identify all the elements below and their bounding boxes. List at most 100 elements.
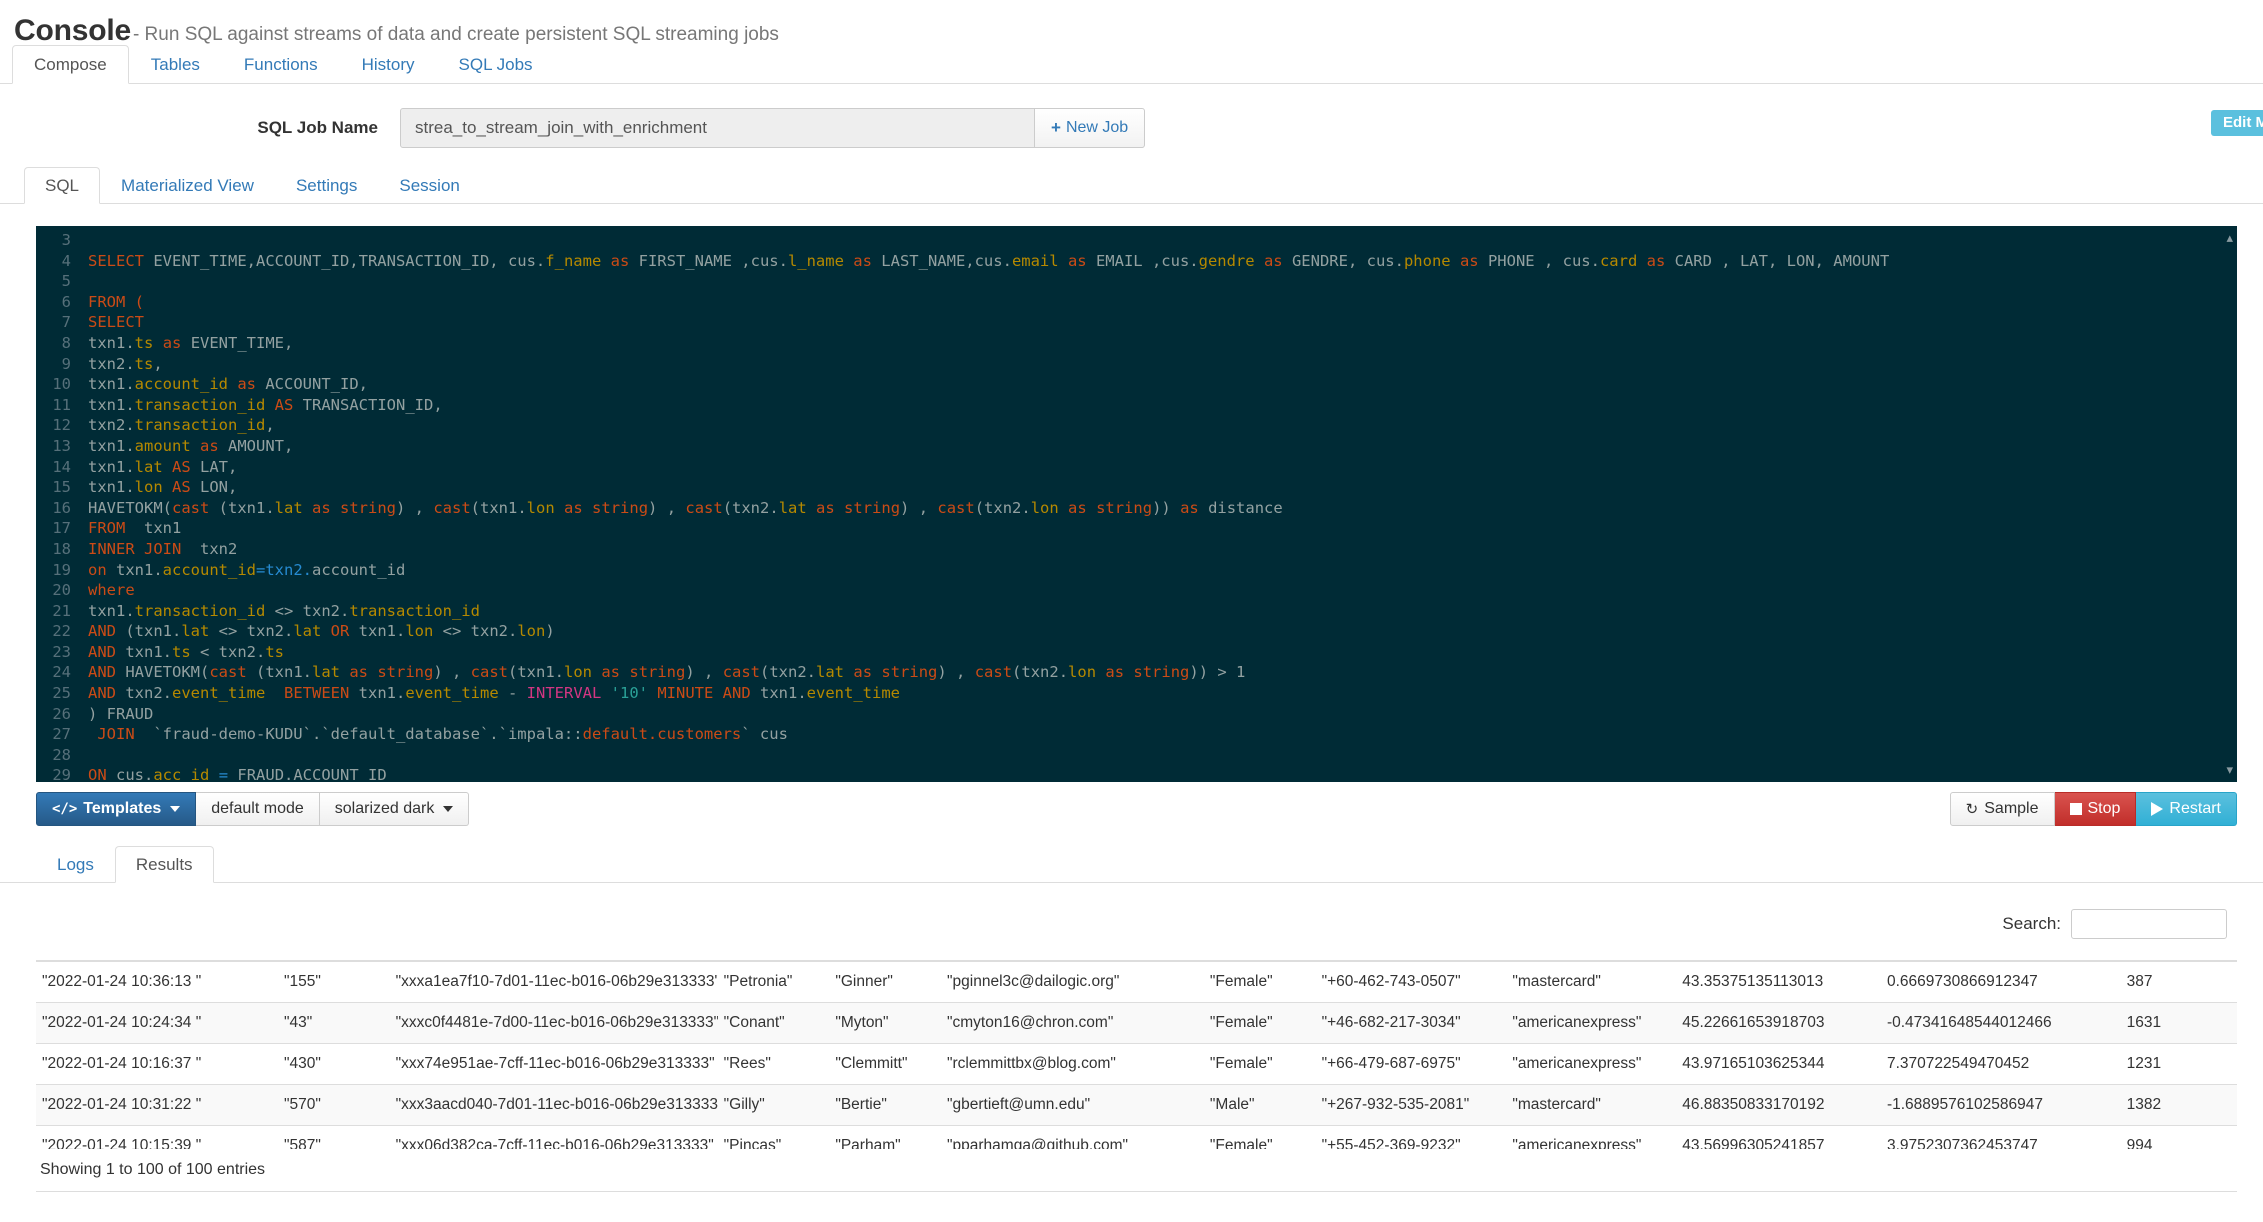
table-cell: "+267-932-535-2081" <box>1315 1084 1507 1126</box>
editor-scroll-up-icon[interactable]: ▴ <box>2226 230 2233 246</box>
column-header-lon[interactable]: LON <box>1880 947 2121 962</box>
table-cell: "Female" <box>1203 960 1316 1003</box>
table-row[interactable]: "2022-01-24 10:31:22 " "570" "xxx3aacd040-… <box>36 1084 2237 1126</box>
line-number: 13 <box>36 435 80 457</box>
table-cell: "Parham" <box>829 1125 942 1149</box>
table-cell: "2022-01-24 10:16:37 " <box>36 1043 278 1085</box>
tab-results[interactable]: Results <box>114 846 214 883</box>
results-table: EVENT_TIMEACCOUNT_IDTRANSACTION_IDFIRST_… <box>36 947 2237 1149</box>
stop-button[interactable]: Stop <box>2054 792 2137 826</box>
tab-sql[interactable]: SQL <box>24 167 101 204</box>
code-line: 28 <box>36 744 2237 766</box>
column-header-account_id[interactable]: ACCOUNT_ID <box>277 947 390 962</box>
column-header-amount[interactable]: AMOUNT <box>2120 947 2237 962</box>
line-content: ON cus.acc_id = FRAUD.ACCOUNT_ID <box>88 766 387 782</box>
results-table-viewport[interactable]: EVENT_TIMEACCOUNT_IDTRANSACTION_IDFIRST_… <box>36 947 2237 1149</box>
tab-history[interactable]: History <box>340 45 437 84</box>
line-number: 27 <box>36 724 80 745</box>
sql-job-name-input[interactable] <box>400 108 1035 148</box>
editor-toolbar: </> Templates default mode solarized dar… <box>36 791 2237 827</box>
line-content: txn1.lon AS LON, <box>88 478 238 497</box>
line-content: txn1.amount as AMOUNT, <box>88 436 294 455</box>
table-cell: "Pincas" <box>717 1125 830 1149</box>
table-cell: "rclemmittbx@blog.com" <box>941 1043 1204 1085</box>
results-panel: Search: EVENT_TIMEACCOUNT_IDTRANSACTION_… <box>0 883 2263 1192</box>
column-header-lat[interactable]: LAT <box>1676 947 1881 962</box>
table-cell: "Female" <box>1203 1043 1316 1085</box>
table-row[interactable]: "2022-01-24 10:36:13 " "155" "xxxa1ea7f10-… <box>36 960 2237 1003</box>
sql-editor[interactable]: 3 4 SELECT EVENT_TIME,ACCOUNT_ID,TRANSACTI… <box>36 226 2237 782</box>
tab-logs[interactable]: Logs <box>36 846 115 883</box>
column-header-first_name[interactable]: FIRST_NAME <box>717 947 830 962</box>
table-cell: 43.56996305241857 <box>1676 1125 1881 1149</box>
code-line: 24 AND HAVETOKM(cast (txn1.lat as string)… <box>36 662 2237 684</box>
sql-code[interactable]: 3 4 SELECT EVENT_TIME,ACCOUNT_ID,TRANSACTI… <box>36 226 2237 782</box>
table-cell: "Female" <box>1203 1002 1316 1044</box>
line-number: 12 <box>36 415 80 436</box>
table-row[interactable]: "2022-01-24 10:15:39 " "587" "xxx06d382ca-… <box>36 1125 2237 1149</box>
tab-compose[interactable]: Compose <box>12 44 129 84</box>
tab-settings[interactable]: Settings <box>275 167 378 204</box>
editor-theme-button[interactable]: solarized dark <box>319 792 470 826</box>
line-number: 14 <box>36 456 80 478</box>
tab-tables[interactable]: Tables <box>129 45 222 84</box>
tab-materialized-view[interactable]: Materialized View <box>100 167 275 204</box>
new-job-button[interactable]: + New Job <box>1035 108 1146 148</box>
line-content: AND HAVETOKM(cast (txn1.lat as string) ,… <box>88 663 1246 682</box>
column-header-transaction_id[interactable]: TRANSACTION_ID <box>389 947 718 962</box>
column-header-email[interactable]: EMAIL <box>941 947 1204 962</box>
table-cell: -0.47341648544012466 <box>1880 1002 2121 1044</box>
code-line: 5 <box>36 271 2237 292</box>
table-cell: "mastercard" <box>1506 1084 1677 1126</box>
job-name-row: SQL Job Name + New Job Edit Mode <box>0 84 2263 168</box>
line-number: 21 <box>36 600 80 622</box>
code-line: 23 AND txn1.ts < txn2.ts <box>36 641 2237 663</box>
line-number: 9 <box>36 353 80 375</box>
editor-scroll-down-icon[interactable]: ▾ <box>2226 762 2233 778</box>
table-row[interactable]: "2022-01-24 10:16:37 " "430" "xxx74e951ae-… <box>36 1043 2237 1085</box>
table-cell: "gbertieft@umn.edu" <box>941 1084 1204 1126</box>
sample-button[interactable]: ↻ Sample <box>1949 792 2055 826</box>
column-header-phone[interactable]: PHONE <box>1315 947 1507 962</box>
refresh-icon: ↻ <box>1965 801 1979 818</box>
table-cell: 1231 <box>2120 1043 2237 1085</box>
line-number: 25 <box>36 683 80 704</box>
editor-mode-label: default mode <box>211 800 304 817</box>
bottom-divider <box>36 1191 2237 1192</box>
table-cell: 0.6669730866912347 <box>1880 960 2121 1003</box>
line-content: SELECT <box>88 313 144 332</box>
line-content: AND txn1.ts < txn2.ts <box>88 642 284 661</box>
line-content <box>80 271 88 292</box>
restart-button[interactable]: Restart <box>2136 792 2237 826</box>
line-content: ) FRAUD <box>88 704 154 723</box>
line-content <box>80 230 88 251</box>
play-triangle-icon <box>2151 802 2164 816</box>
line-content: txn1.transaction_id <> txn2.transaction_… <box>88 601 480 620</box>
code-line: 25 AND txn2.event_time BETWEEN txn1.event… <box>36 683 2237 704</box>
search-input[interactable] <box>2071 909 2227 939</box>
table-row[interactable]: "2022-01-24 10:24:34 " "43" "xxxc0f4481e-7… <box>36 1002 2237 1044</box>
line-content: txn1.transaction_id AS TRANSACTION_ID, <box>88 395 443 414</box>
tab-functions[interactable]: Functions <box>222 45 340 84</box>
column-header-gendre[interactable]: GENDRE <box>1203 947 1316 962</box>
table-cell: "430" <box>277 1043 390 1085</box>
column-header-card[interactable]: CARD <box>1506 947 1677 962</box>
chevron-down-icon <box>170 806 181 812</box>
line-content: txn2.ts, <box>88 354 163 373</box>
tab-session[interactable]: Session <box>378 167 480 204</box>
code-line: 10 txn1.account_id as ACCOUNT_ID, <box>36 374 2237 395</box>
column-header-event_time[interactable]: EVENT_TIME <box>36 947 278 962</box>
line-number: 4 <box>36 250 80 272</box>
line-number: 26 <box>36 703 80 725</box>
column-header-last_name[interactable]: LAST_NAME <box>829 947 942 962</box>
table-cell: "pparhamga@github.com" <box>941 1125 1204 1149</box>
code-line: 3 <box>36 230 2237 251</box>
line-number: 19 <box>36 559 80 581</box>
table-cell: "xxx06d382ca-7cff-11ec-b016-06b29e313333… <box>389 1125 718 1149</box>
templates-button[interactable]: </> Templates <box>36 792 197 826</box>
line-content: AND (txn1.lat <> txn2.lat OR txn1.lon <>… <box>88 622 555 641</box>
tab-sql-jobs[interactable]: SQL Jobs <box>437 45 555 84</box>
table-cell: 45.22661653918703 <box>1676 1002 1881 1044</box>
line-content: INNER JOIN txn2 <box>88 539 238 558</box>
editor-mode-button[interactable]: default mode <box>196 792 320 826</box>
